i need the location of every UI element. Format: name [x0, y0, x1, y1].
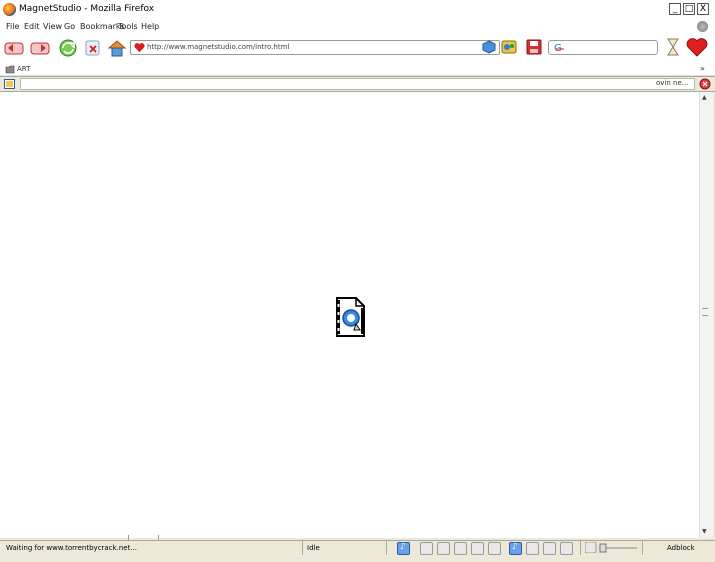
scroll-down-icon[interactable]: ▼ — [702, 528, 707, 535]
puzzle-icon[interactable] — [500, 38, 518, 56]
menu-tools[interactable]: Tools — [118, 22, 138, 31]
previous-button[interactable] — [420, 542, 433, 555]
music-note-icon: ♪ — [400, 542, 406, 552]
url-text[interactable]: http://www.magnetstudio.com/intro.html — [147, 43, 289, 51]
playlist-note-icon: ♪ — [512, 542, 518, 552]
maximize-button[interactable]: □ — [683, 3, 695, 15]
close-button[interactable]: X — [697, 3, 709, 15]
status-state: Idle — [307, 544, 320, 552]
scroll-grip-icon[interactable] — [702, 308, 708, 316]
status-divider — [642, 541, 643, 555]
close-tab-icon[interactable] — [699, 78, 711, 90]
reload-button[interactable] — [57, 38, 79, 58]
favorite-heart-icon[interactable] — [686, 37, 708, 57]
stop-button[interactable] — [82, 38, 104, 58]
status-message: Waiting for www.torrentbycrack.net... — [6, 544, 137, 552]
bookmarks-bar — [0, 62, 715, 76]
forward-button[interactable] — [29, 38, 51, 58]
heart-icon — [134, 43, 145, 53]
menu-edit[interactable]: Edit — [24, 22, 40, 31]
status-divider — [580, 541, 581, 555]
window-title: MagnetStudio - Mozilla Firefox — [19, 4, 155, 14]
missing-plugin-icon[interactable] — [334, 296, 367, 338]
status-divider — [302, 541, 303, 555]
repeat-button[interactable] — [526, 542, 539, 555]
google-icon[interactable]: G — [553, 42, 565, 53]
shuffle-button[interactable] — [543, 542, 556, 555]
save-icon[interactable] — [525, 38, 543, 56]
menu-view[interactable]: View — [43, 22, 62, 31]
svg-text:G: G — [554, 43, 562, 53]
scroll-up-icon[interactable]: ▲ — [702, 94, 707, 101]
menu-go[interactable]: Go — [64, 22, 75, 31]
bookmark-art[interactable]: ART — [17, 65, 30, 73]
bookmark-folder-icon — [5, 65, 15, 74]
back-button[interactable] — [3, 38, 25, 58]
status-divider — [386, 541, 387, 555]
pause-button[interactable] — [454, 542, 467, 555]
menu-file[interactable]: File — [6, 22, 19, 31]
stop-media-button[interactable] — [471, 542, 484, 555]
eject-button[interactable] — [560, 542, 573, 555]
hourglass-icon[interactable] — [664, 37, 682, 57]
play-button[interactable] — [437, 542, 450, 555]
firefox-icon — [3, 3, 16, 16]
adblock-status[interactable]: Adblock — [667, 544, 695, 552]
minimize-button[interactable]: _ — [669, 3, 681, 15]
next-button[interactable] — [488, 542, 501, 555]
tab-field[interactable] — [20, 78, 695, 90]
rss-cube-icon[interactable] — [482, 40, 496, 54]
bookmarks-overflow-button[interactable]: » — [700, 64, 705, 73]
volume-slider[interactable] — [585, 542, 637, 553]
tab-title[interactable]: ovin ne... — [656, 79, 688, 87]
throbber-icon — [697, 21, 708, 32]
menu-help[interactable]: Help — [141, 22, 159, 31]
home-button[interactable] — [106, 38, 128, 58]
new-tab-icon[interactable] — [4, 79, 15, 89]
